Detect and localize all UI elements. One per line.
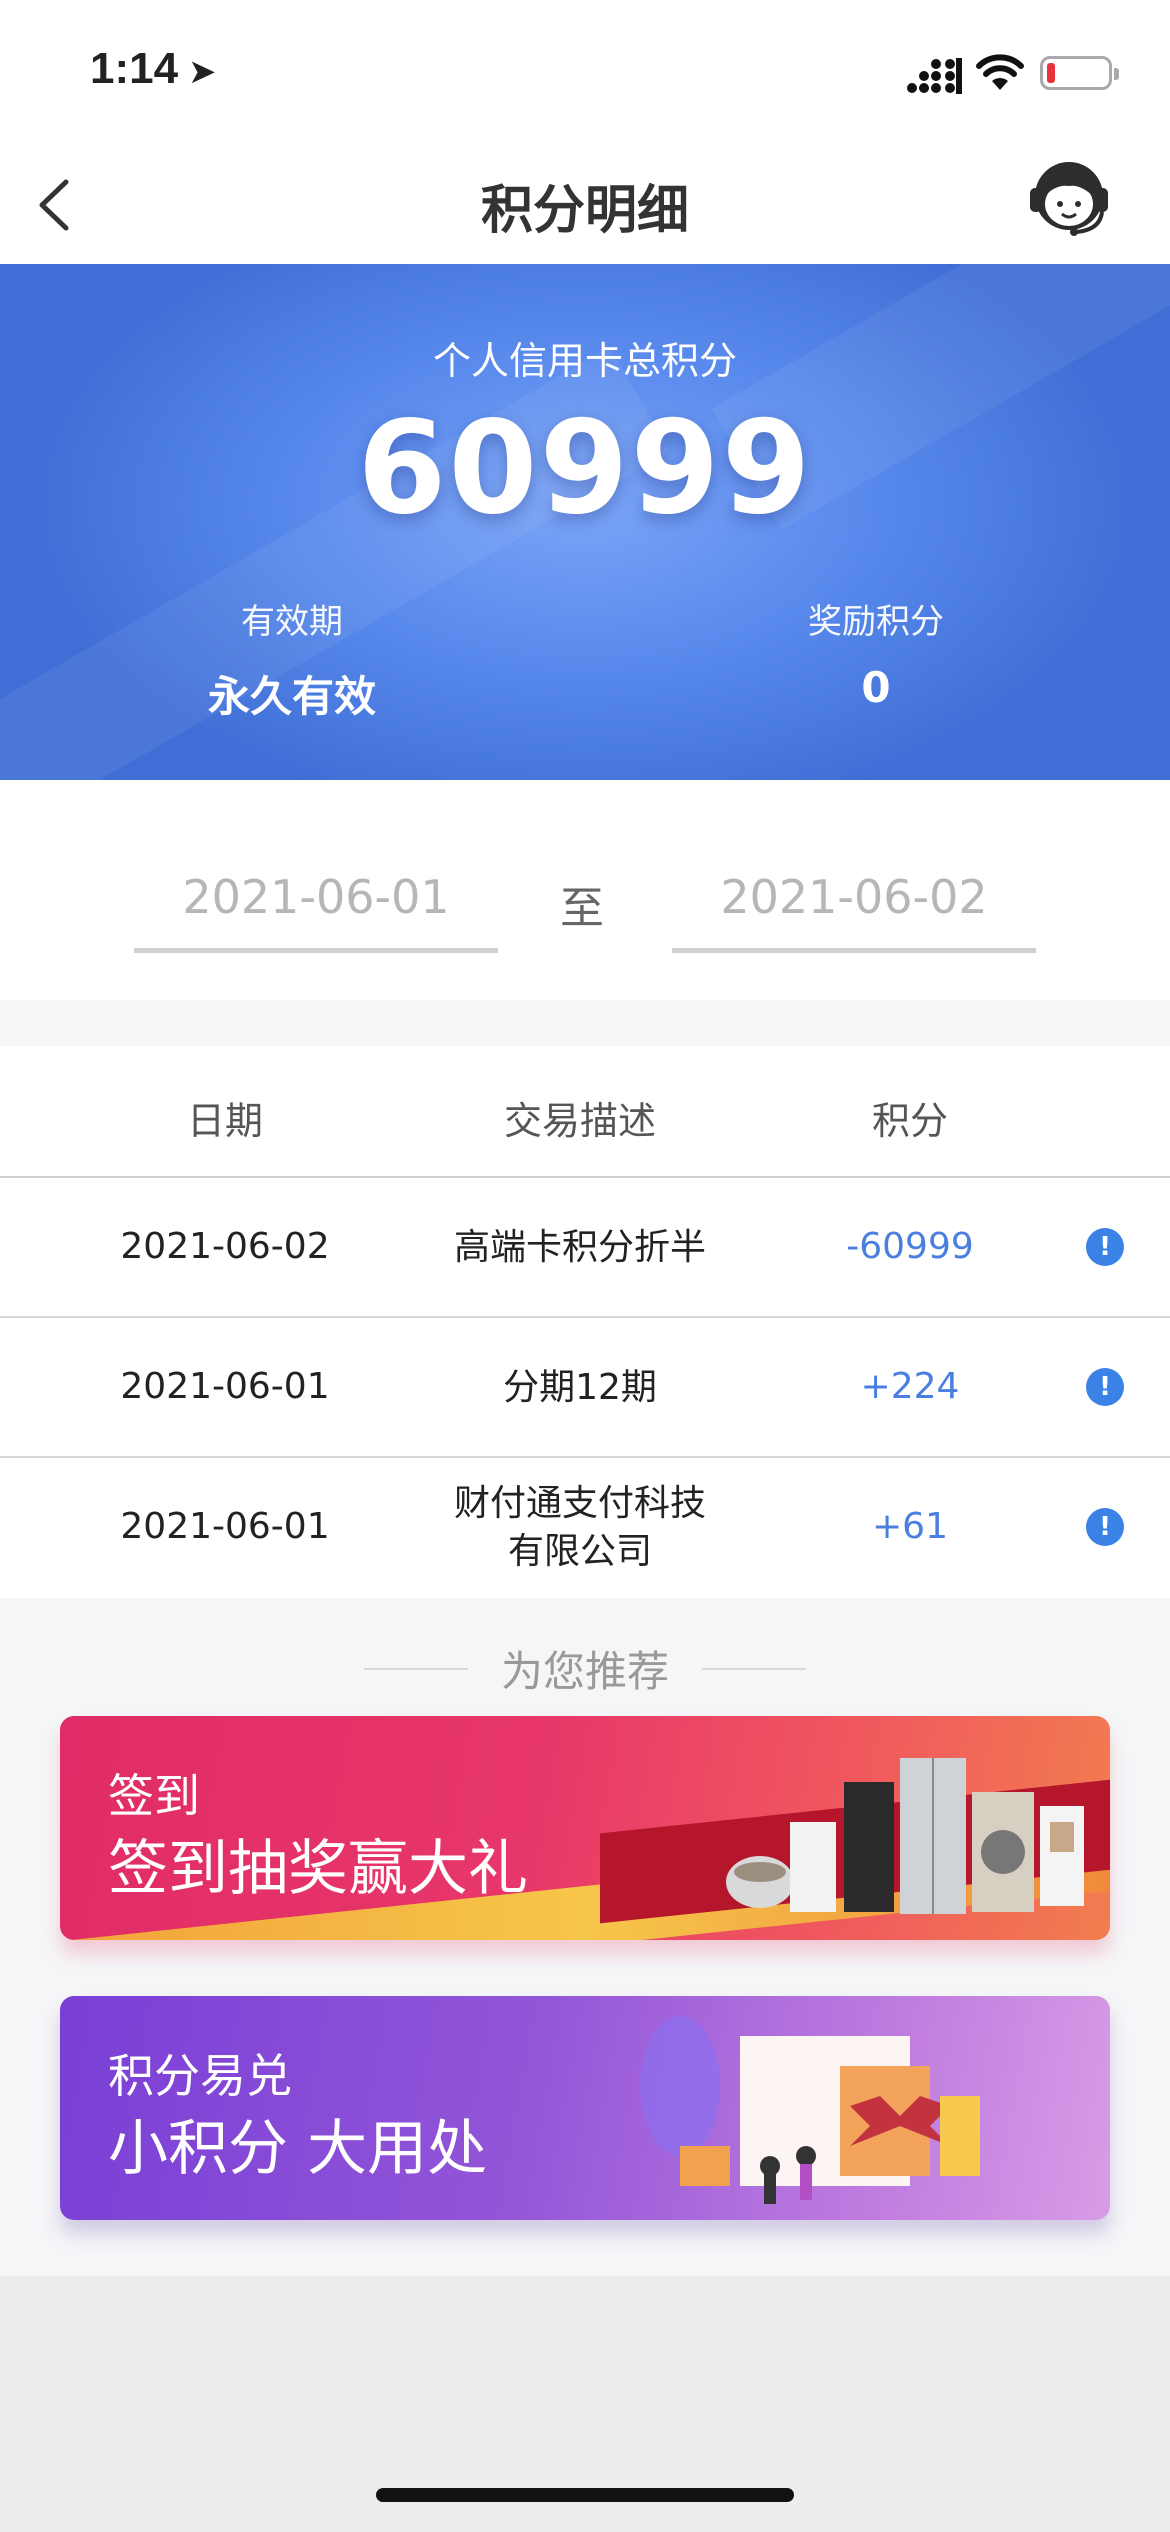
redeem-banner[interactable]: 积分易兑 小积分 大用处	[60, 1996, 1110, 2220]
appliances-illustration	[726, 1758, 1084, 1914]
total-points-caption: 个人信用卡总积分	[432, 339, 737, 383]
checkin-banner-title: 签到抽奖赢大礼	[108, 1834, 528, 1904]
row-date: 2021-06-01	[120, 1506, 330, 1547]
header-points: 积分	[871, 1099, 948, 1143]
redeem-banner-title: 小积分 大用处	[108, 2114, 488, 2184]
location-arrow-icon: ➤	[188, 52, 217, 92]
header-description: 交易描述	[503, 1099, 656, 1143]
table-header: 日期 交易描述 积分	[0, 1046, 1170, 1178]
battery-level	[1047, 63, 1055, 83]
validity-block: 有效期 永久有效	[92, 594, 492, 724]
bonus-block: 奖励积分 0	[676, 594, 1076, 712]
status-time: 1:14	[90, 44, 179, 93]
customer-service-icon[interactable]	[1024, 154, 1114, 244]
recommend-section: 为您推荐 签到 签到抽奖赢大礼 积分易兑 小积分 大用处	[0, 1598, 1170, 2276]
info-icon[interactable]: !	[1086, 1368, 1124, 1406]
recommend-title: 为您推荐	[500, 1647, 669, 1696]
title-rule-right	[702, 1668, 806, 1670]
points-table: 日期 交易描述 积分 2021-06-02 高端卡积分折半 -60999 ! 2…	[0, 1046, 1170, 1598]
end-date-field[interactable]: 2021-06-02	[672, 870, 1036, 953]
wifi-icon	[976, 54, 1024, 90]
bonus-points-value: 0	[861, 663, 891, 712]
points-summary-card: 个人信用卡总积分 60999 有效期 永久有效 奖励积分 0	[0, 264, 1170, 780]
info-icon[interactable]: !	[1086, 1508, 1124, 1546]
table-row[interactable]: 2021-06-01 分期12期 +224 !	[0, 1318, 1170, 1458]
total-points-value: 60999	[357, 394, 813, 543]
section-divider	[0, 1000, 1170, 1046]
info-icon[interactable]: !	[1086, 1228, 1124, 1266]
row-points: +61	[872, 1506, 948, 1547]
header-date: 日期	[186, 1099, 263, 1143]
checkin-banner-label: 签到	[108, 1769, 200, 1823]
page-title: 积分明细	[480, 181, 689, 241]
home-indicator[interactable]	[376, 2488, 794, 2502]
validity-label: 有效期	[241, 602, 343, 642]
table-row[interactable]: 2021-06-01 财付通支付科技有限公司 +61 !	[0, 1458, 1170, 1598]
date-separator: 至	[560, 883, 604, 934]
gift-illustration	[640, 2016, 980, 2204]
bonus-points-label: 奖励积分	[808, 602, 944, 642]
validity-value: 永久有效	[207, 672, 376, 721]
row-description: 分期12期	[503, 1367, 657, 1408]
row-points: +224	[860, 1366, 960, 1407]
checkin-banner[interactable]: 签到 签到抽奖赢大礼	[60, 1716, 1110, 1940]
row-description: 财付通支付科技有限公司	[453, 1483, 706, 1572]
date-range-picker: 2021-06-01 至 2021-06-02	[0, 780, 1170, 1000]
row-date: 2021-06-01	[120, 1366, 330, 1407]
row-description: 高端卡积分折半	[453, 1227, 706, 1268]
battery-icon	[1040, 56, 1119, 90]
nav-bar: 积分明细	[0, 150, 1170, 264]
table-row[interactable]: 2021-06-02 高端卡积分折半 -60999 !	[0, 1178, 1170, 1318]
start-date-field[interactable]: 2021-06-01	[134, 870, 498, 953]
status-bar: 1:14 ➤	[0, 0, 1170, 150]
row-points: -60999	[846, 1226, 974, 1267]
redeem-banner-label: 积分易兑	[108, 2049, 292, 2103]
row-date: 2021-06-02	[120, 1226, 330, 1267]
signal-icon	[907, 58, 962, 94]
